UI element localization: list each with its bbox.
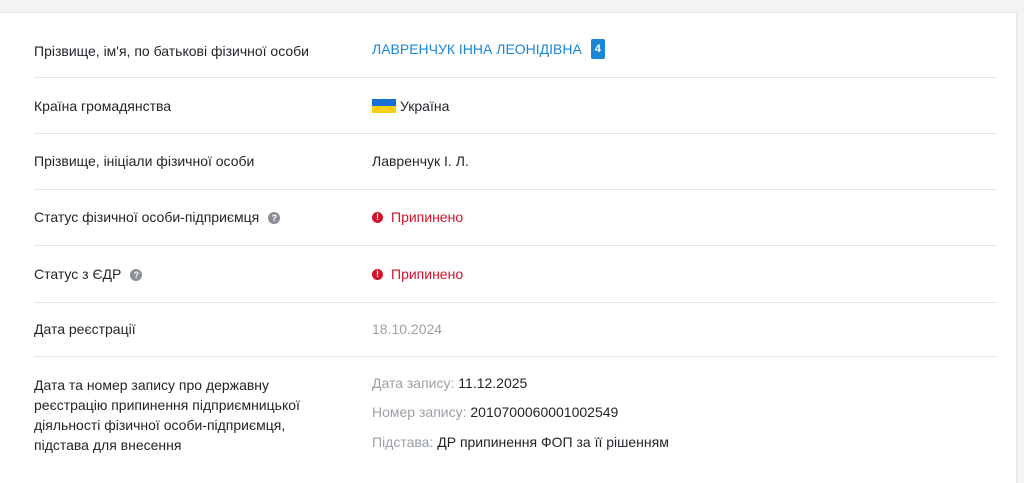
question-circle-icon[interactable]: ? [130, 269, 143, 282]
citizenship-text: Україна [400, 98, 450, 114]
basis-line: Підстава: ДР припинення ФОП за її рішенн… [372, 432, 669, 452]
termination-label-line: підстава для внесення [34, 437, 182, 453]
initials-label: Прізвище, ініціали фізичної особи [34, 153, 255, 169]
initials-value: Лавренчук І. Л. [372, 153, 469, 169]
fop-status-text: Припинено [391, 209, 464, 225]
termination-label-line: діяльності фізичної особи-підприємця, [34, 417, 286, 433]
exclamation-circle-icon: ! [372, 211, 383, 223]
fop-status-value: ! Припинено [372, 207, 463, 227]
termination-label: Дата та номер запису про державну реєстр… [34, 375, 300, 455]
row-edr-status: Статус з ЄДР? ! Припинено [34, 245, 997, 303]
edr-status-label: Статус з ЄДР? [34, 264, 143, 284]
record-date-label: Дата запису: [372, 375, 455, 391]
termination-label-line: реєстрацію припинення підприємницької [34, 397, 300, 413]
edr-status-label-text: Статус з ЄДР [34, 266, 122, 282]
record-date-line: Дата запису: 11.12.2025 [372, 373, 527, 393]
basis-value: ДР припинення ФОП за її рішенням [437, 434, 669, 450]
edr-status-text: Припинено [391, 266, 464, 282]
row-fop-status: Статус фізичної особи-підприємця? ! Прип… [34, 189, 997, 246]
related-count-badge[interactable]: 4 [590, 39, 605, 59]
registration-date-value: 18.10.2024 [372, 321, 443, 337]
registration-date-label: Дата реєстрації [34, 321, 136, 337]
full-name-link[interactable]: ЛАВРЕНЧУК ІННА ЛЕОНІДІВНА [372, 39, 582, 59]
question-circle-icon[interactable]: ? [268, 212, 281, 225]
basis-label: Підстава: [372, 434, 434, 450]
ukraine-flag-icon [372, 99, 396, 113]
exclamation-circle-icon: ! [372, 268, 383, 280]
fop-details-card: Прізвище, ім'я, по батькові фізичної осо… [0, 12, 1017, 483]
citizenship-value: Україна [372, 96, 449, 116]
row-citizenship: Країна громадянства Україна [34, 77, 997, 134]
row-termination-record: Дата та номер запису про державну реєстр… [34, 356, 997, 483]
row-full-name: Прізвище, ім'я, по батькові фізичної осо… [34, 13, 997, 78]
record-number-value: 2010700060001002549 [470, 404, 619, 420]
record-date-value: 11.12.2025 [458, 375, 528, 391]
full-name-label: Прізвище, ім'я, по батькові фізичної осо… [34, 43, 310, 59]
record-number-line: Номер запису: 2010700060001002549 [372, 402, 618, 422]
fop-status-label: Статус фізичної особи-підприємця? [34, 207, 281, 227]
row-initials: Прізвище, ініціали фізичної особи Лаврен… [34, 133, 997, 190]
edr-status-value: ! Припинено [372, 264, 463, 284]
full-name-value: ЛАВРЕНЧУК ІННА ЛЕОНІДІВНА 4 [372, 39, 605, 59]
citizenship-label: Країна громадянства [34, 98, 172, 114]
termination-label-line: Дата та номер запису про державну [34, 377, 270, 393]
record-number-label: Номер запису: [372, 404, 467, 420]
row-registration-date: Дата реєстрації 18.10.2024 [34, 302, 997, 357]
fop-status-label-text: Статус фізичної особи-підприємця [34, 209, 260, 225]
